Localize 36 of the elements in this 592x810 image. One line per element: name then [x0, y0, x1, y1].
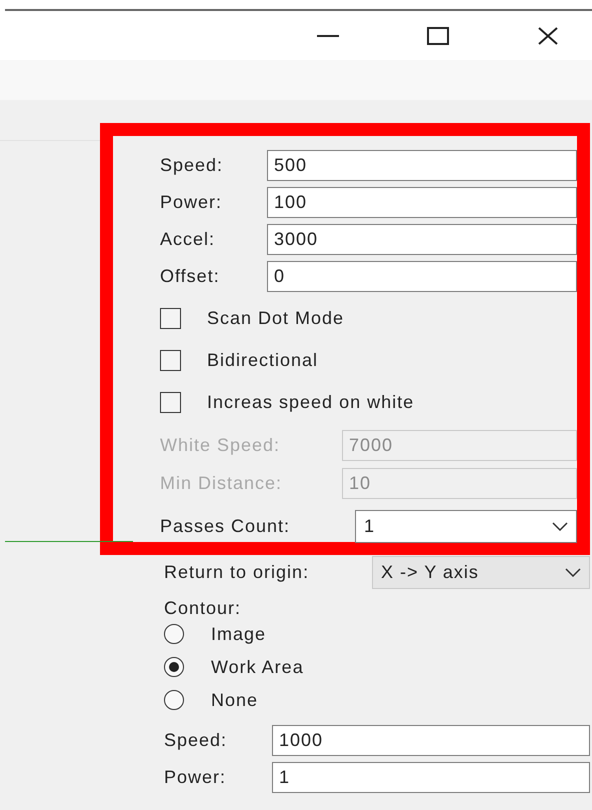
- field-label: Power:: [164, 767, 228, 788]
- radio-button[interactable]: [164, 657, 184, 677]
- close-icon[interactable]: [537, 26, 559, 44]
- checkbox-label: Increas speed on white: [207, 392, 414, 412]
- group-label: Contour:: [164, 597, 242, 620]
- input-field[interactable]: 500: [267, 150, 577, 181]
- maximize-icon[interactable]: [427, 26, 449, 44]
- checkbox-label: Scan Dot Mode: [207, 308, 344, 328]
- radio-button[interactable]: [164, 690, 184, 710]
- field-label: Accel:: [160, 229, 216, 250]
- input-field[interactable]: 1000: [272, 725, 590, 756]
- dropdown[interactable]: 1: [355, 510, 577, 543]
- checkbox-label: Bidirectional: [207, 350, 318, 370]
- input-field[interactable]: 1: [272, 762, 590, 793]
- dropdown[interactable]: X -> Y axis: [372, 556, 590, 589]
- field-label: Power:: [160, 192, 224, 213]
- field-label: Speed:: [160, 155, 224, 176]
- input-field[interactable]: 0: [267, 261, 577, 292]
- radio-button[interactable]: [164, 624, 184, 644]
- radio-label: None: [211, 690, 258, 710]
- dropdown-label: Return to origin:: [164, 562, 310, 583]
- checkbox[interactable]: [160, 350, 181, 370]
- field-label: Min Distance:: [160, 473, 284, 494]
- chevron-icon: [552, 522, 568, 531]
- chevron-icon: [565, 568, 581, 577]
- field-label: White Speed:: [160, 435, 282, 456]
- radio-label: Work Area: [211, 656, 304, 678]
- radio-label: Image: [211, 624, 266, 644]
- field-label: Offset:: [160, 266, 221, 287]
- checkbox[interactable]: [160, 392, 181, 412]
- minimize-icon[interactable]: [317, 34, 339, 38]
- input-field[interactable]: 100: [267, 187, 577, 218]
- field-label: Speed:: [164, 730, 228, 751]
- checkbox[interactable]: [160, 308, 181, 328]
- dropdown-label: Passes Count:: [160, 516, 292, 537]
- input-field[interactable]: 3000: [267, 224, 577, 255]
